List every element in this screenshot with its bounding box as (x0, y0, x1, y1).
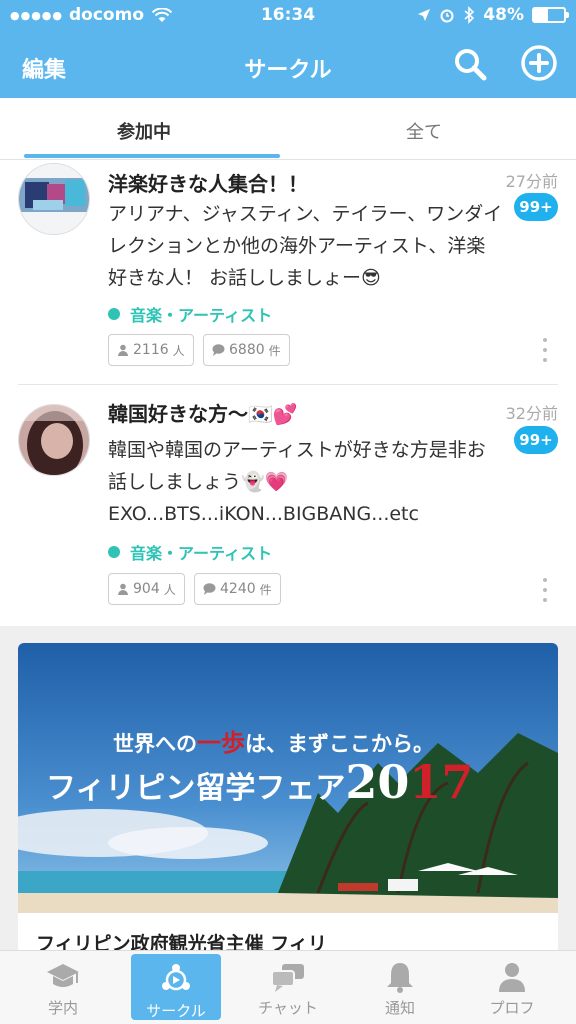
bell-icon (387, 963, 413, 993)
battery-percent: 48% (483, 5, 524, 25)
graduation-cap-icon (47, 964, 79, 987)
chat-bubbles-icon (271, 964, 304, 992)
status-bar: ●●●●● docomo 16:34 48% (0, 0, 576, 32)
more-options-icon[interactable] (542, 338, 548, 362)
post-unit: 件 (259, 582, 272, 597)
circle-description: アリアナ、ジャスティン、テイラー、ワンダイレクションとか他の海外アーティスト、洋… (108, 203, 503, 289)
last-activity-time: 32分前 (505, 404, 558, 423)
circle-list: 洋楽好きな人集合！！ 27分前 99+ アリアナ、ジャスティン、テイラー、ワンダ… (0, 160, 576, 626)
member-count: 904 人 (108, 573, 185, 605)
post-count: 4240 件 (194, 573, 281, 605)
post-unit: 件 (268, 343, 281, 358)
unread-badge: 99+ (514, 193, 558, 221)
post-count-value: 6880 (229, 342, 265, 358)
tabbar-item-circle[interactable]: サークル (131, 954, 221, 1020)
tabbar-label: サークル (146, 1002, 206, 1020)
category-label: 音楽・アーティスト (130, 544, 273, 563)
person-icon (118, 344, 128, 356)
circle-avatar (18, 163, 90, 235)
tabbar-label: 通知 (384, 999, 415, 1017)
circle-item[interactable]: 韓国好きな方〜🇰🇷💕 32分前 99+ 韓国や韓国のアーティストが好きな方是非お… (0, 386, 576, 626)
speech-bubble-icon (203, 583, 216, 595)
segment-tabs: 参加中 全て (0, 98, 576, 160)
category-tag: 音楽・アーティスト (108, 302, 272, 326)
member-count-value: 2116 (133, 342, 169, 358)
member-count-value: 904 (133, 581, 160, 597)
tabbar-label: 学内 (47, 999, 78, 1017)
circle-title: 洋楽好きな人集合！！ (108, 172, 308, 196)
tabbar-label: プロフ (489, 999, 535, 1017)
bluetooth-icon (464, 6, 475, 24)
search-icon[interactable] (452, 46, 488, 82)
add-circle-icon[interactable] (520, 44, 558, 82)
tab-all[interactable]: 全て (280, 118, 568, 144)
tabbar-label: チャット (258, 999, 318, 1017)
bottom-tab-bar: 学内 サークル チャット 通知 プロフ (0, 950, 576, 1024)
more-options-icon[interactable] (542, 578, 548, 602)
circle-item[interactable]: 洋楽好きな人集合！！ 27分前 99+ アリアナ、ジャスティン、テイラー、ワンダ… (0, 160, 576, 385)
unread-badge: 99+ (514, 426, 558, 454)
tab-joined[interactable]: 参加中 (0, 118, 288, 144)
battery-fill (534, 9, 549, 21)
ad-banner[interactable]: 世界への一歩は、まずここから。 フィリピン留学フェア2017 フィリピン政府観光… (18, 643, 558, 963)
tabbar-item-campus[interactable]: 学内 (18, 951, 108, 1021)
list-divider (18, 384, 558, 385)
member-count: 2116 人 (108, 334, 194, 366)
tabbar-item-profile[interactable]: プロフ (467, 951, 557, 1021)
post-count: 6880 件 (203, 334, 290, 366)
battery-icon (532, 7, 569, 23)
category-dot-icon (108, 308, 120, 320)
app-header: ●●●●● docomo 16:34 48% 編集 サークル (0, 0, 576, 98)
circle-avatar (18, 404, 90, 476)
active-tab-indicator (24, 154, 280, 158)
circle-network-icon (162, 964, 190, 991)
category-tag: 音楽・アーティスト (108, 540, 272, 564)
tabbar-item-notifications[interactable]: 通知 (355, 951, 445, 1021)
ad-headline: 世界への一歩は、まずここから。 (113, 728, 434, 757)
category-dot-icon (108, 546, 120, 558)
member-unit: 人 (172, 343, 185, 358)
speech-bubble-icon (212, 344, 225, 356)
member-unit: 人 (163, 582, 176, 597)
location-arrow-icon (418, 9, 431, 21)
ad-image: 世界への一歩は、まずここから。 フィリピン留学フェア2017 (18, 643, 558, 913)
page-title: サークル (244, 58, 332, 83)
last-activity-time: 27分前 (505, 172, 558, 191)
nav-bar: 編集 サークル (0, 40, 576, 90)
alarm-icon (440, 9, 454, 23)
person-icon (118, 583, 128, 595)
category-label: 音楽・アーティスト (130, 306, 273, 325)
circle-description: 韓国や韓国のアーティストが好きな方是非お話ししましょう👻💗 EXO...BTS.… (108, 439, 486, 525)
circle-title: 韓国好きな方〜🇰🇷💕 (108, 402, 298, 426)
tabbar-item-chat[interactable]: チャット (243, 951, 333, 1021)
post-count-value: 4240 (220, 581, 256, 597)
person-icon (499, 963, 525, 992)
